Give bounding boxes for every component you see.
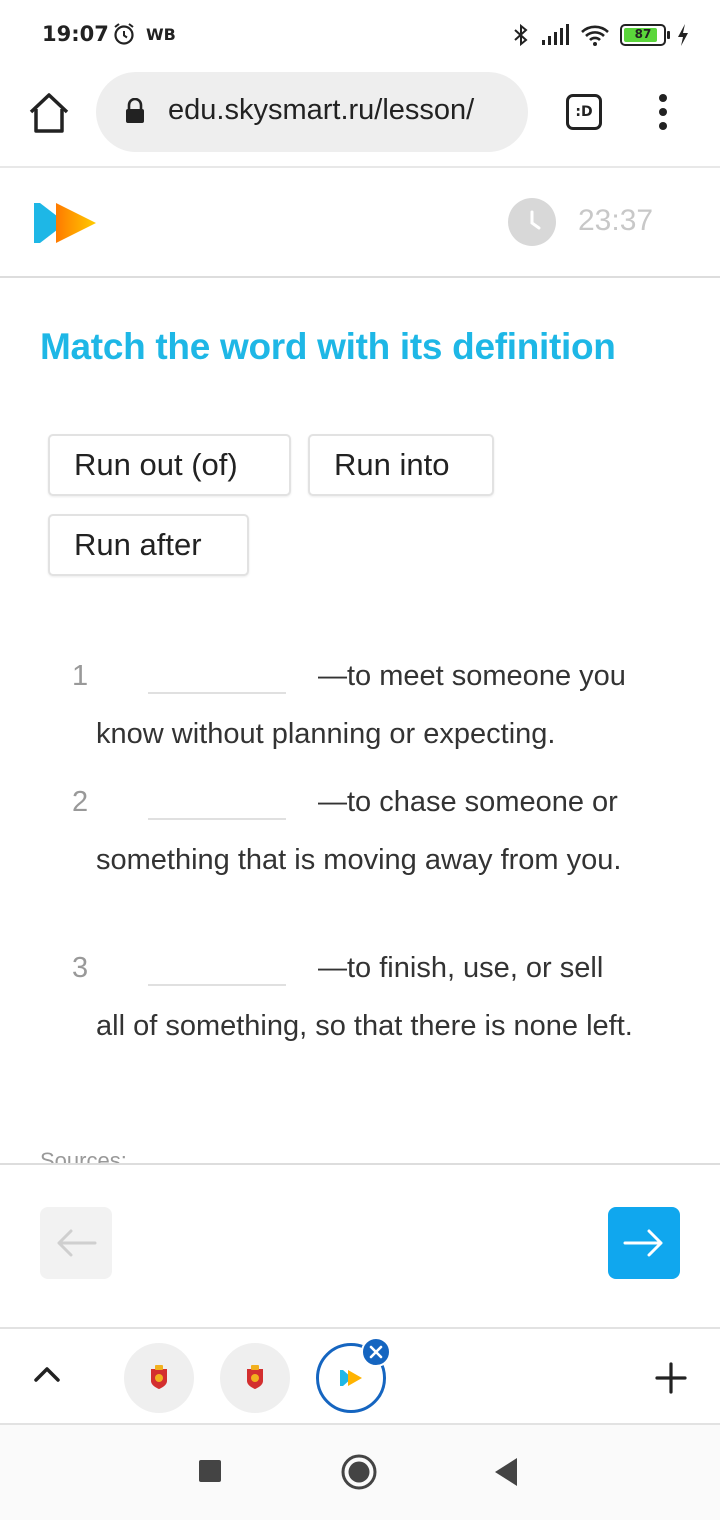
item-number: 2 (72, 786, 89, 818)
skysmart-tab-icon (340, 1370, 362, 1386)
charging-icon (678, 24, 688, 46)
close-tab-button[interactable] (361, 1337, 391, 1367)
arrow-right-icon (623, 1229, 663, 1257)
definition-continuation: something that is moving away from you. (96, 844, 622, 876)
definition-text: —to finish, use, or sell (318, 952, 604, 984)
address-bar[interactable]: edu.skysmart.ru/lesson/ (96, 72, 528, 152)
item-number: 3 (72, 952, 89, 984)
definition-continuation: all of something, so that there is none … (96, 1010, 633, 1042)
tab-thumbnail[interactable] (220, 1343, 290, 1413)
system-navigation-bar (0, 1425, 720, 1520)
browser-tab-strip (0, 1327, 720, 1425)
emblem-icon (151, 1365, 167, 1389)
match-item: 1 —to meet someone you know without plan… (0, 656, 720, 756)
close-icon (369, 1345, 383, 1359)
status-icons: 87 (512, 22, 690, 48)
battery-icon: 87 (620, 24, 670, 46)
home-circle-icon[interactable] (340, 1453, 378, 1491)
bluetooth-icon (514, 23, 528, 47)
home-icon[interactable] (26, 90, 72, 136)
lock-icon (126, 98, 144, 123)
status-bar: 19:07 WB 87 (0, 0, 720, 70)
match-item: 3 —to finish, use, or sell all of someth… (0, 948, 720, 1088)
answer-blank-1[interactable] (148, 692, 286, 694)
option-chip-run-after[interactable]: Run after (48, 514, 249, 576)
emblem-icon (247, 1365, 263, 1389)
timer: 23:37 (578, 204, 654, 237)
definition-continuation: know without planning or expecting. (96, 718, 556, 750)
signal-icon (542, 24, 569, 45)
plus-icon[interactable] (654, 1361, 688, 1395)
clock-icon (508, 198, 556, 246)
menu-dots-icon[interactable] (656, 92, 670, 132)
back-triangle-icon[interactable] (494, 1457, 518, 1487)
option-chip-run-out-of[interactable]: Run out (of) (48, 434, 291, 496)
next-button[interactable] (608, 1207, 680, 1279)
answer-blank-3[interactable] (148, 984, 286, 986)
wifi-icon (581, 25, 609, 46)
alarm-icon (114, 23, 134, 45)
definition-text: —to chase someone or (318, 786, 618, 818)
app-header: 23:37 (0, 170, 720, 278)
sources-label: Sources: (40, 1148, 127, 1164)
carrier-badge: WB (146, 25, 176, 44)
url-text[interactable]: edu.skysmart.ru/lesson/ (168, 94, 474, 127)
task-title: Match the word with its definition (40, 326, 616, 367)
tab-thumbnail[interactable] (124, 1343, 194, 1413)
match-item: 2 —to chase someone or something that is… (0, 782, 720, 922)
battery-level: 87 (634, 27, 652, 41)
browser-toolbar: edu.skysmart.ru/lesson/ :D (0, 70, 720, 168)
arrow-left-icon (57, 1229, 97, 1257)
tab-switcher-button[interactable]: :D (566, 94, 602, 130)
previous-button[interactable] (40, 1207, 112, 1279)
recents-icon[interactable] (198, 1459, 222, 1483)
status-time: 19:07 (42, 22, 109, 46)
item-number: 1 (72, 660, 89, 692)
chevron-up-icon[interactable] (32, 1363, 62, 1385)
definition-text: —to meet someone you (318, 660, 626, 692)
answer-blank-2[interactable] (148, 818, 286, 820)
lesson-navigation (0, 1163, 720, 1327)
option-chip-run-into[interactable]: Run into (308, 434, 494, 496)
skysmart-logo[interactable] (30, 200, 98, 246)
